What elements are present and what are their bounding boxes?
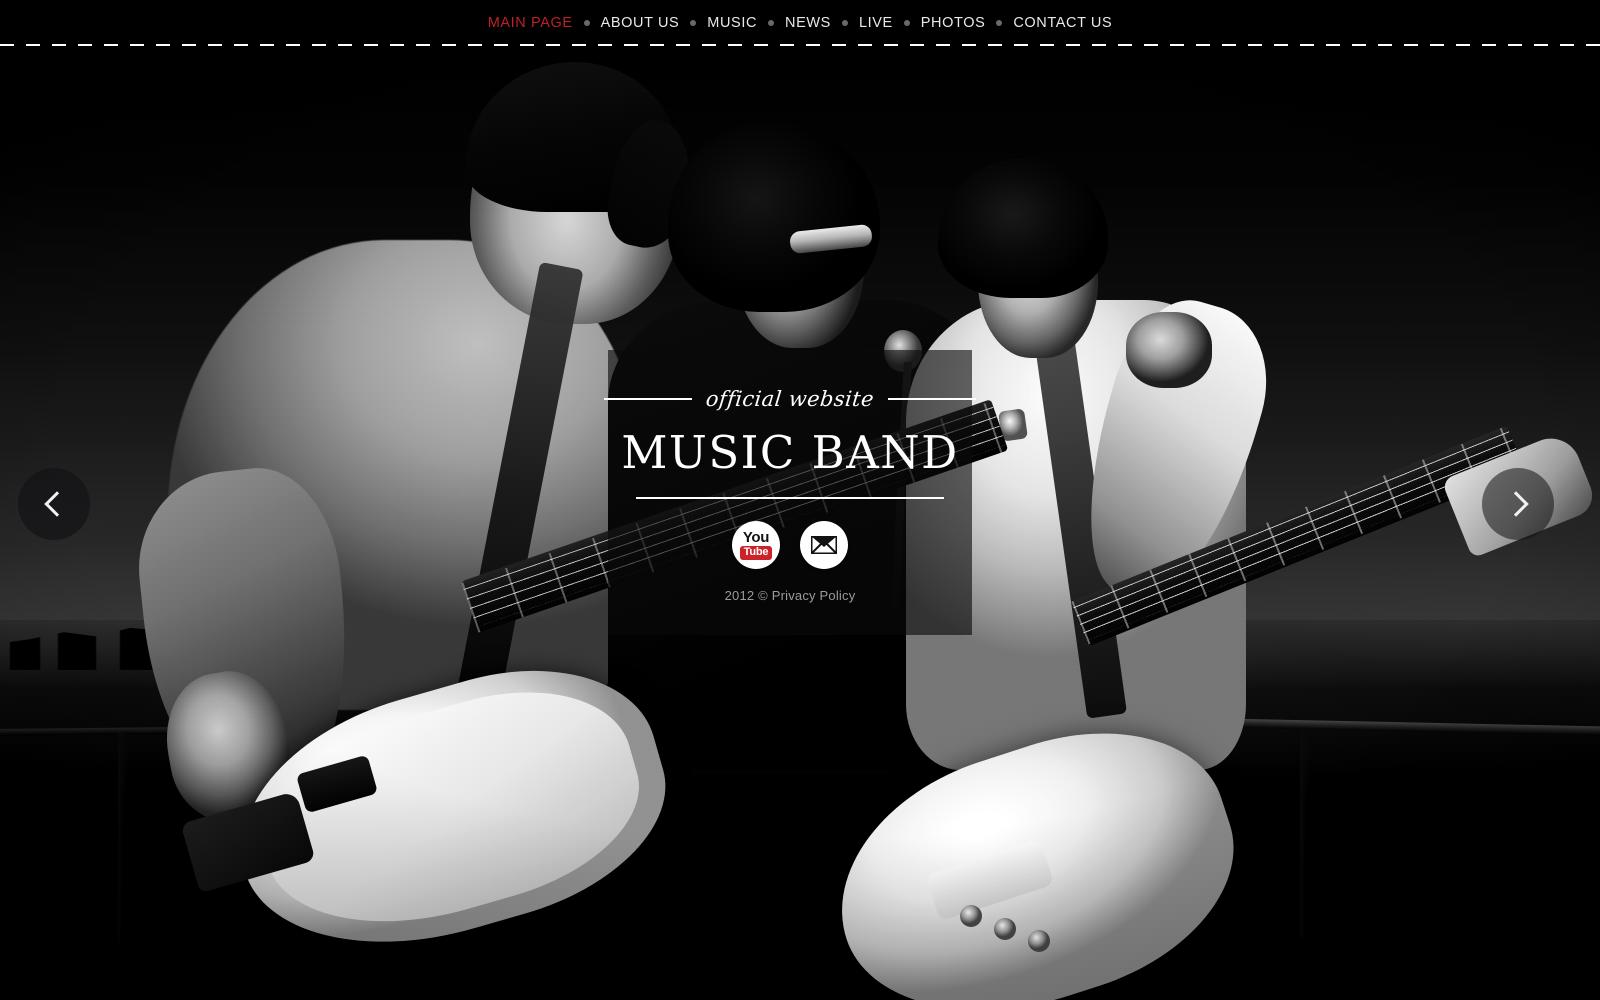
chevron-left-icon (43, 491, 70, 517)
nav-item-main-page[interactable]: MAIN PAGE (477, 0, 584, 46)
hero-eyebrow: official website (604, 372, 976, 426)
hero-title-rule (636, 497, 944, 499)
header-dashed-divider (0, 44, 1600, 46)
youtube-tube-text: Tube (739, 546, 773, 560)
nav-item-about-us[interactable]: ABOUT US (590, 0, 691, 46)
hero-social-links: You Tube (732, 521, 848, 569)
slider-prev-button[interactable] (18, 468, 90, 540)
nav-item-photos[interactable]: PHOTOS (910, 0, 997, 46)
site-header: MAIN PAGE ABOUT US MUSIC NEWS LIVE PHOTO… (0, 0, 1600, 46)
nav-item-contact-us[interactable]: CONTACT US (1002, 0, 1123, 46)
chevron-right-icon (1502, 491, 1529, 517)
nav-item-live[interactable]: LIVE (848, 0, 904, 46)
nav-item-music[interactable]: MUSIC (696, 0, 768, 46)
page-root: MAIN PAGE ABOUT US MUSIC NEWS LIVE PHOTO… (0, 0, 1600, 1000)
envelope-glyph (811, 536, 837, 554)
privacy-policy-link[interactable]: 2012 © Privacy Policy (725, 588, 856, 603)
hero-eyebrow-text: official website (704, 387, 876, 411)
hero-content-box: official website MUSIC BAND You Tube 201… (604, 350, 976, 635)
nav-item-news[interactable]: NEWS (774, 0, 842, 46)
hero-title: MUSIC BAND (621, 426, 959, 479)
email-icon[interactable] (800, 521, 848, 569)
youtube-icon[interactable]: You Tube (732, 521, 780, 569)
slider-next-button[interactable] (1482, 468, 1554, 540)
youtube-you-text: You (742, 529, 770, 546)
eyebrow-rule-right (887, 398, 976, 400)
main-navigation: MAIN PAGE ABOUT US MUSIC NEWS LIVE PHOTO… (0, 0, 1600, 46)
eyebrow-rule-left (604, 398, 693, 400)
hero-copyright: 2012 © Privacy Policy (725, 588, 856, 603)
